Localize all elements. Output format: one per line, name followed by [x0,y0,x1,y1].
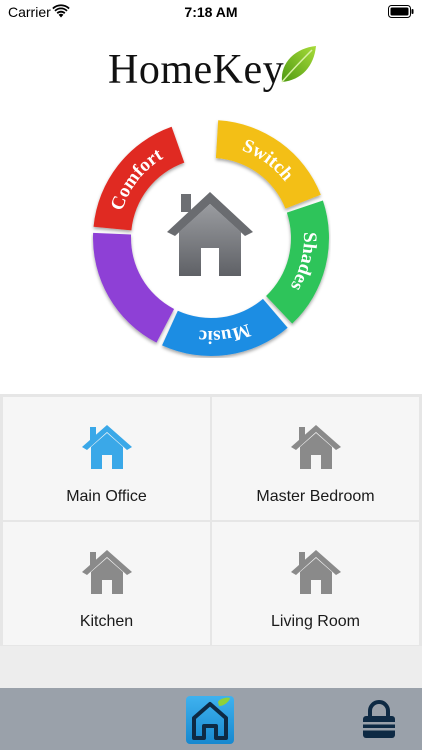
tab-bar [0,688,422,750]
logo-text: HomeKey [108,47,285,93]
room-tile-kitchen[interactable]: Kitchen [3,522,210,645]
wheel-segment-blank[interactable] [93,232,175,343]
home-icon [192,697,230,740]
room-label: Living Room [271,613,360,630]
leaf-icon [281,46,316,83]
home-center-icon [167,192,253,276]
house-icon [82,550,132,594]
status-bar: Carrier 7:18 AM [0,0,422,24]
content-spacer [0,646,422,688]
house-icon [82,425,132,469]
tab-home-button[interactable] [186,696,234,744]
room-label: Master Bedroom [256,488,375,505]
room-tile-master-bedroom[interactable]: Master Bedroom [212,397,419,520]
room-label: Main Office [66,488,147,505]
house-icon [291,550,341,594]
room-label: Kitchen [79,613,134,630]
lock-icon[interactable] [360,700,398,740]
rooms-grid: Main Office Master Bedroom Kitchen Livin… [0,394,422,646]
house-icon [291,425,341,469]
battery-icon [388,5,414,18]
status-time: 7:18 AM [184,4,238,20]
room-tile-main-office[interactable]: Main Office [3,397,210,520]
room-tile-living-room[interactable]: Living Room [212,522,419,645]
app-logo: HomeKey [0,40,422,100]
